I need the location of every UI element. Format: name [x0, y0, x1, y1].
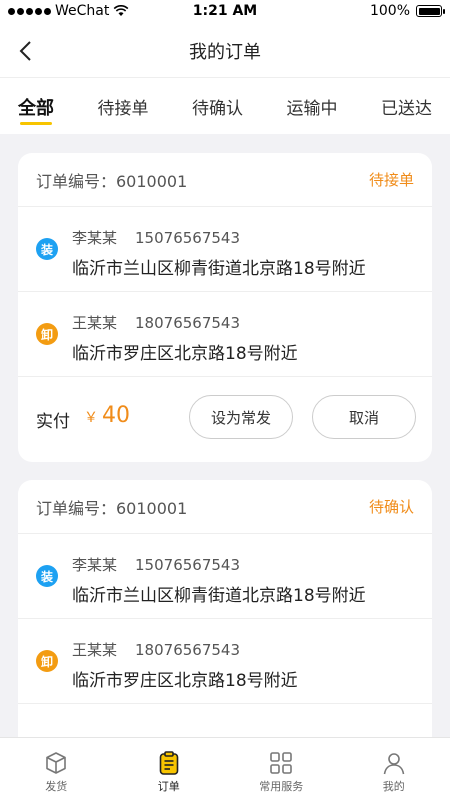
stop-address: 临沂市兰山区柳青街道北京路18号附近: [72, 259, 366, 279]
contact-name: 李某某: [72, 229, 118, 247]
box-icon: [46, 752, 67, 774]
stop-contact: 王某某 18076567543: [72, 312, 240, 333]
currency-symbol: ￥: [84, 410, 98, 426]
order-tabs: 全部 待接单 待确认 运输中 已送达: [0, 78, 450, 134]
stop-contact: 李某某 15076567543: [72, 227, 240, 248]
dropoff-stop: 卸 王某某 18076567543 临沂市罗庄区北京路18号附近: [18, 292, 432, 377]
tabbar-item-profile[interactable]: 我的: [338, 738, 450, 800]
tab-in-transit[interactable]: 运输中: [287, 78, 338, 134]
tabbar-label: 我的: [382, 780, 405, 793]
cancel-order-button[interactable]: 取消: [312, 395, 416, 439]
contact-phone: 15076567543: [135, 229, 240, 247]
pickup-stop: 装 李某某 15076567543 临沂市兰山区柳青街道北京路18号附近: [18, 207, 432, 292]
set-frequent-button[interactable]: 设为常发: [189, 395, 293, 439]
contact-phone: 18076567543: [135, 641, 240, 659]
battery-group: 100%: [369, 3, 445, 19]
order-number: 订单编号：6010001: [36, 498, 188, 518]
tabbar-label: 发货: [45, 780, 68, 793]
pickup-stop: 装 李某某 15076567543 临沂市兰山区柳青街道北京路18号附近: [18, 534, 432, 619]
tab-delivered[interactable]: 已送达: [381, 78, 432, 134]
amount-value: 40: [102, 403, 130, 428]
clipboard-icon: [159, 751, 179, 775]
tab-pending-accept[interactable]: 待接单: [98, 78, 149, 134]
battery-level: [418, 7, 440, 15]
stop-address: 临沂市罗庄区北京路18号附近: [72, 344, 298, 364]
load-badge-icon: 装: [36, 565, 58, 587]
tabbar-label: 订单: [157, 780, 180, 793]
unload-badge-icon: 卸: [36, 650, 58, 672]
status-bar: WeChat 1:21 AM 100%: [0, 0, 450, 24]
contact-name: 李某某: [72, 556, 118, 574]
contact-name: 王某某: [72, 314, 118, 332]
stop-contact: 李某某 15076567543: [72, 554, 240, 575]
page-title: 我的订单: [189, 42, 261, 63]
nav-bar: 我的订单: [0, 24, 450, 78]
pay-amount: ￥ 40: [84, 403, 130, 428]
user-icon: [383, 753, 405, 775]
order-card-header: 订单编号：6010001 待确认: [18, 480, 432, 534]
tabbar-label: 常用服务: [259, 780, 304, 793]
pay-label: 实付: [36, 412, 70, 432]
dropoff-stop: 卸 王某某 18076567543 临沂市罗庄区北京路18号附近: [18, 619, 432, 704]
order-card-footer: 实付 ￥ 40 设为常发 取消: [18, 377, 432, 459]
order-card[interactable]: 订单编号：6010001 待确认 装 李某某 15076567543 临沂市兰山区…: [18, 480, 432, 780]
unload-badge-icon: 卸: [36, 323, 58, 345]
tab-pending-confirm[interactable]: 待确认: [192, 78, 243, 134]
tabbar-item-orders[interactable]: 订单: [113, 738, 226, 800]
order-number: 订单编号：6010001: [36, 171, 188, 191]
tabbar-item-ship[interactable]: 发货: [0, 738, 113, 800]
tabbar-item-services[interactable]: 常用服务: [225, 738, 338, 800]
stop-address: 临沂市罗庄区北京路18号附近: [72, 671, 298, 691]
stop-address: 临沂市兰山区柳青街道北京路18号附近: [72, 586, 366, 606]
grid-icon: [270, 752, 293, 774]
load-badge-icon: 装: [36, 238, 58, 260]
contact-phone: 15076567543: [135, 556, 240, 574]
contact-name: 王某某: [72, 641, 118, 659]
order-status: 待接单: [368, 171, 414, 189]
battery-icon: [416, 5, 445, 17]
bottom-tab-bar: 发货 订单 常用服务 我的: [0, 737, 450, 800]
battery-percent: 100%: [369, 3, 410, 19]
stop-contact: 王某某 18076567543: [72, 639, 240, 660]
tab-all[interactable]: 全部: [18, 78, 54, 134]
order-card[interactable]: 订单编号：6010001 待接单 装 李某某 15076567543 临沂市兰山区…: [18, 153, 432, 462]
order-card-header: 订单编号：6010001 待接单: [18, 153, 432, 207]
contact-phone: 18076567543: [135, 314, 240, 332]
order-status: 待确认: [368, 498, 414, 516]
